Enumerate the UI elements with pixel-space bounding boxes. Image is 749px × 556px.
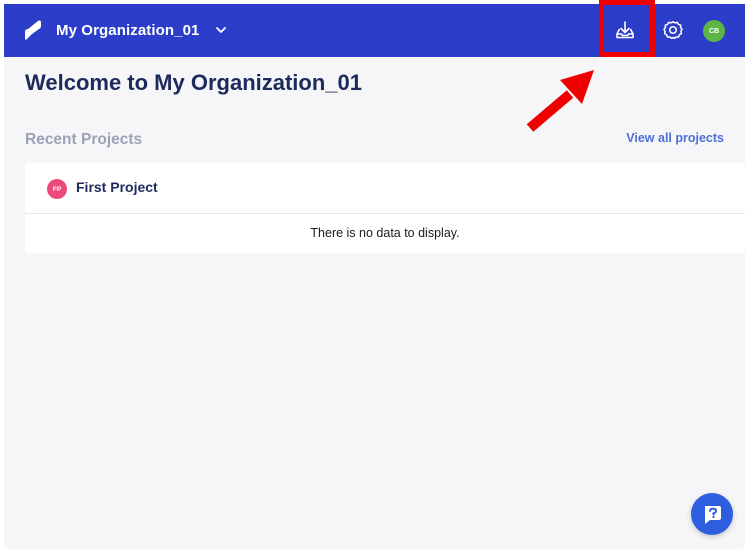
download-icon (616, 21, 634, 39)
organization-name: My Organization_01 (56, 21, 200, 39)
help-chat-icon (705, 506, 721, 524)
project-card: FP First Project There is no data to dis… (25, 163, 745, 253)
empty-state-message: There is no data to display. (310, 226, 460, 240)
organization-switcher[interactable]: My Organization_01 (56, 18, 228, 42)
app-window: My Organization_01 CB Welcome to My Orga… (4, 4, 745, 549)
recent-projects-heading: Recent Projects (25, 131, 143, 148)
page-title: Welcome to My Organization_01 (25, 70, 363, 95)
view-all-projects-link[interactable]: View all projects (626, 131, 724, 145)
user-avatar[interactable]: CB (703, 20, 725, 42)
help-chat-button[interactable] (691, 493, 733, 535)
settings-button[interactable] (661, 18, 685, 42)
chevron-down-icon (215, 27, 226, 33)
top-navigation-bar: My Organization_01 CB (4, 4, 745, 57)
download-button[interactable] (613, 18, 637, 42)
project-name: First Project (76, 179, 158, 195)
gear-icon (663, 21, 683, 40)
project-header[interactable]: FP First Project (25, 163, 745, 214)
project-avatar: FP (47, 179, 67, 199)
logo-icon[interactable] (24, 19, 42, 41)
